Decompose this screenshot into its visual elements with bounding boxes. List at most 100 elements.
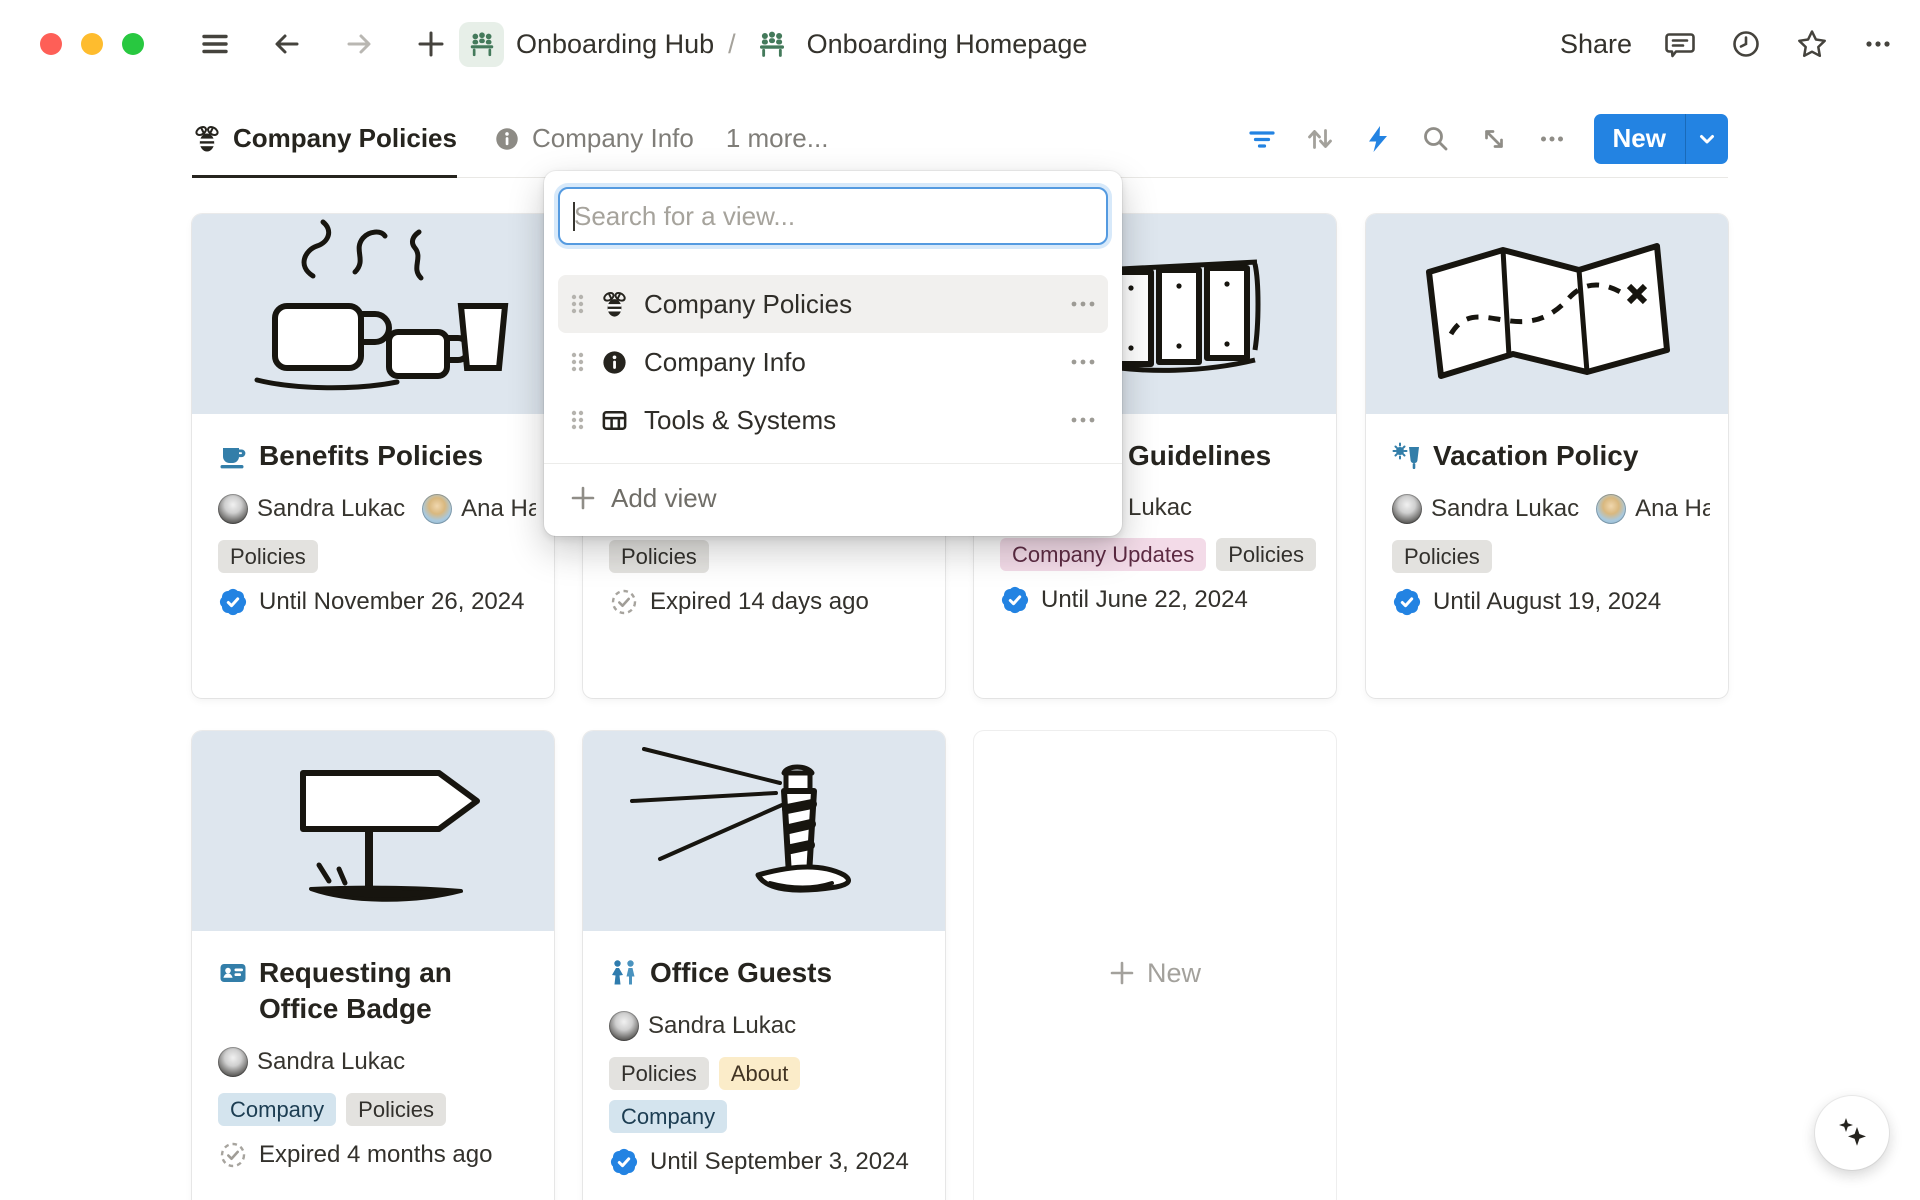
item-options-ellipsis-icon[interactable] (1070, 415, 1096, 425)
avatar (218, 494, 248, 524)
sidebar-menu-icon[interactable] (198, 27, 232, 61)
drag-handle-icon[interactable] (570, 350, 585, 374)
info-circle-icon (600, 348, 629, 377)
drag-handle-icon[interactable] (570, 408, 585, 432)
expired-check-icon (218, 1140, 248, 1170)
close-window-button[interactable] (40, 33, 62, 55)
card-people: Sandra Lukac (609, 1011, 927, 1041)
view-menu-item-label: Company Policies (644, 289, 1055, 320)
breadcrumb-separator: / (726, 29, 738, 60)
menu-divider (544, 463, 1122, 464)
view-options-ellipsis-icon[interactable] (1536, 123, 1568, 155)
more-options-icon[interactable] (1860, 26, 1896, 62)
tag: Company Updates (1000, 538, 1206, 571)
view-tabbar: Company Policies Company Info 1 more... … (192, 100, 1728, 178)
card-date: Until August 19, 2024 (1433, 588, 1661, 616)
add-new-card[interactable]: New (974, 731, 1336, 1200)
tag: Company (218, 1093, 336, 1126)
search-icon[interactable] (1420, 123, 1452, 155)
tag: Policies (346, 1093, 446, 1126)
back-icon[interactable] (270, 27, 304, 61)
person-name: Sandra Lukac (648, 1012, 796, 1040)
card-cover-lighthouse-illustration (583, 731, 945, 931)
add-new-card-label: New (1147, 958, 1201, 989)
forward-icon[interactable] (342, 27, 376, 61)
onboarding-hub-page-icon (459, 22, 504, 67)
automations-bolt-icon[interactable] (1362, 123, 1394, 155)
card-office-guests[interactable]: Office Guests Sandra Lukac Policies Abou… (583, 731, 945, 1200)
tab-company-policies[interactable]: Company Policies (192, 100, 457, 178)
avatar (1596, 494, 1626, 524)
verified-badge-icon (1392, 587, 1422, 617)
view-menu-item-tools-systems[interactable]: Tools & Systems (558, 391, 1108, 449)
breadcrumb-root[interactable]: Onboarding Hub (516, 29, 714, 60)
view-search-field (558, 187, 1108, 245)
view-menu-item-company-info[interactable]: Company Info (558, 333, 1108, 391)
tag: Policies (609, 540, 709, 573)
vacation-sun-icon (1392, 438, 1422, 474)
new-page-plus-icon[interactable] (414, 27, 448, 61)
traffic-lights (40, 33, 144, 55)
person-name: Sandra Lukac (1431, 495, 1579, 523)
person-name: Sandra Lukac (257, 1048, 405, 1076)
card-title-text: Requesting an Office Badge (259, 955, 536, 1027)
breadcrumb: Onboarding Hub / Onboarding Homepage (459, 20, 1087, 68)
new-button[interactable]: New (1594, 114, 1685, 164)
minimize-window-button[interactable] (81, 33, 103, 55)
item-options-ellipsis-icon[interactable] (1070, 299, 1096, 309)
card-people: Lukac (1128, 494, 1318, 522)
view-menu-item-company-policies[interactable]: Company Policies (558, 275, 1108, 333)
view-search-input[interactable] (560, 189, 1106, 243)
card-title-text: Guidelines (1128, 438, 1271, 474)
drag-handle-icon[interactable] (570, 292, 585, 316)
office-guests-people-icon (609, 955, 639, 991)
view-search-dropdown: Company Policies Company Info Tools & Sy… (544, 171, 1122, 536)
verified-badge-icon (609, 1147, 639, 1177)
tag: Policies (609, 1057, 709, 1090)
card-cover-map-illustration (1366, 214, 1728, 414)
add-view-button[interactable]: Add view (558, 474, 1108, 522)
new-button-chevron-down-icon[interactable] (1686, 114, 1728, 164)
sort-icon[interactable] (1304, 123, 1336, 155)
verified-badge-icon (1000, 585, 1030, 615)
card-cover-mugs-illustration (192, 214, 554, 414)
tag: Company (609, 1100, 727, 1133)
share-button[interactable]: Share (1560, 29, 1632, 60)
person-name: Ana Hau (1635, 495, 1710, 523)
plus-icon (570, 485, 596, 511)
card-date: Until November 26, 2024 (259, 588, 524, 616)
ai-assistant-button[interactable] (1815, 1096, 1889, 1170)
tab-company-info[interactable]: Company Info (493, 100, 694, 178)
breadcrumb-current[interactable]: Onboarding Homepage (807, 29, 1088, 60)
comments-icon[interactable] (1662, 26, 1698, 62)
new-button-group: New (1594, 114, 1728, 164)
item-options-ellipsis-icon[interactable] (1070, 357, 1096, 367)
card-status: Expired 4 months ago (259, 1141, 492, 1169)
card-vacation-policy[interactable]: Vacation Policy Sandra Lukac Ana Hau Pol… (1366, 214, 1728, 698)
table-grid-icon (600, 406, 629, 435)
card-title-text: Office Guests (650, 955, 832, 991)
avatar (1392, 494, 1422, 524)
tag: Policies (1216, 538, 1316, 571)
card-benefits-policies[interactable]: Benefits Policies Sandra Lukac Ana Ha Po… (192, 214, 554, 698)
avatar (422, 494, 452, 524)
card-date: Until September 3, 2024 (650, 1148, 909, 1176)
card-status: Expired 14 days ago (650, 588, 869, 616)
favorite-star-icon[interactable] (1794, 26, 1830, 62)
onboarding-homepage-page-icon (750, 22, 795, 67)
view-menu-item-label: Company Info (644, 347, 1055, 378)
card-title-text: Benefits Policies (259, 438, 483, 474)
coffee-cup-icon (218, 438, 248, 474)
card-people: Sandra Lukac (218, 1047, 536, 1077)
expand-view-icon[interactable] (1478, 123, 1510, 155)
updates-clock-icon[interactable] (1728, 26, 1764, 62)
zoom-window-button[interactable] (122, 33, 144, 55)
id-badge-icon (218, 955, 248, 991)
more-views-link[interactable]: 1 more... (726, 123, 829, 154)
tag: Policies (218, 540, 318, 573)
verified-badge-icon (218, 587, 248, 617)
sparkles-icon (1831, 1112, 1873, 1154)
tab-label: Company Policies (233, 123, 457, 154)
filter-icon[interactable] (1246, 123, 1278, 155)
card-office-badge[interactable]: Requesting an Office Badge Sandra Lukac … (192, 731, 554, 1200)
